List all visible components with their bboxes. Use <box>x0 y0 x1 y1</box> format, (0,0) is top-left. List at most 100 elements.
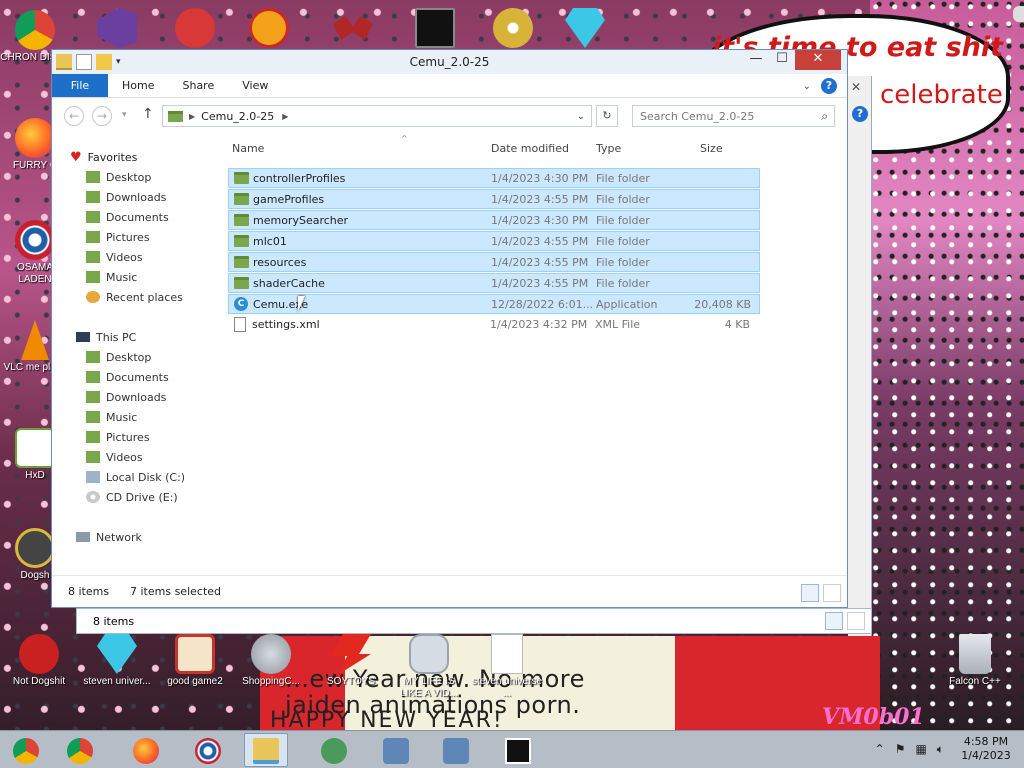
help-icon[interactable]: ? <box>821 78 837 94</box>
desktop-icon-bat[interactable] <box>316 8 390 50</box>
address-dropdown-icon[interactable]: ⌄ <box>577 111 585 122</box>
status-item-count: 8 items <box>93 615 135 628</box>
nav-item-videos[interactable]: Videos <box>86 248 143 266</box>
tab-share[interactable]: Share <box>168 74 228 97</box>
details-view-icon[interactable] <box>801 584 819 602</box>
breadcrumb[interactable]: Cemu_2.0-25 <box>201 110 274 123</box>
desktop-icon-steven-1[interactable]: steven univer... <box>80 634 154 688</box>
column-header-date[interactable]: Date modified <box>491 142 569 155</box>
file-row[interactable]: mlc01 1/4/2023 4:55 PM File folder <box>228 231 760 251</box>
desktop-icon-disc[interactable] <box>476 8 550 50</box>
minimize-button[interactable]: — <box>743 50 769 70</box>
clock[interactable]: 4:58 PM 1/4/2023 <box>956 735 1016 763</box>
desktop-icon-shopping[interactable]: ShoppingC... <box>234 634 308 688</box>
folder-icon <box>234 214 249 226</box>
large-icons-view-icon[interactable] <box>847 612 865 630</box>
nav-item-local-disk[interactable]: Local Disk (C:) <box>86 468 185 486</box>
file-row[interactable]: controllerProfiles 1/4/2023 4:30 PM File f… <box>228 168 760 188</box>
desktop-icon-p[interactable] <box>232 8 306 50</box>
file-type: Application <box>596 298 658 311</box>
taskbar-chrome[interactable] <box>58 733 102 767</box>
file-date: 1/4/2023 4:55 PM <box>491 277 589 290</box>
tab-home[interactable]: Home <box>108 74 168 97</box>
volume-icon[interactable]: 🔈︎ <box>937 742 944 757</box>
up-button[interactable]: ↑ <box>142 106 154 122</box>
desktop-icon-good-game2[interactable]: good game2 <box>158 634 232 688</box>
taskbar-people[interactable] <box>312 733 356 767</box>
nav-item-pictures[interactable]: Pictures <box>86 228 150 246</box>
large-icons-view-icon[interactable] <box>823 584 841 602</box>
nav-item-recent-places[interactable]: Recent places <box>86 288 183 306</box>
tab-view[interactable]: View <box>228 74 282 97</box>
expand-ribbon-icon[interactable]: ⌄ <box>803 81 811 92</box>
file-name: gameProfiles <box>253 193 325 206</box>
chevron-up-icon[interactable]: ⌃ <box>875 742 885 757</box>
desktop-icon-visual-studio[interactable] <box>80 8 154 50</box>
desktop-icon-soytoys[interactable]: SOYTOYS <box>314 634 388 688</box>
downloads-icon <box>86 391 100 403</box>
nav-item-downloads[interactable]: Downloads <box>86 188 166 206</box>
details-view-icon[interactable] <box>825 612 843 630</box>
close-icon[interactable]: ✕ <box>851 80 861 94</box>
search-input[interactable]: Search Cemu_2.0-25 ⌕ <box>632 105 835 127</box>
close-button[interactable]: ✕ <box>795 50 841 70</box>
taskbar-network-computer[interactable] <box>374 733 418 767</box>
title-bar[interactable]: ▾ Cemu_2.0-25 — ☐ ✕ <box>52 50 847 74</box>
file-date: 1/4/2023 4:55 PM <box>491 193 589 206</box>
content-area: ♥ Favorites Desktop Downloads Documents … <box>52 132 847 576</box>
file-row[interactable]: settings.xml 1/4/2023 4:32 PM XML File 4 KB <box>228 315 760 335</box>
file-date: 1/4/2023 4:55 PM <box>491 235 589 248</box>
nav-item-downloads-pc[interactable]: Downloads <box>86 388 166 406</box>
nav-item-pictures-pc[interactable]: Pictures <box>86 428 150 446</box>
taskbar-file-explorer[interactable] <box>244 733 288 767</box>
nav-favorites[interactable]: ♥ Favorites <box>70 148 137 166</box>
file-row[interactable]: resources 1/4/2023 4:55 PM File folder <box>228 252 760 272</box>
forward-button[interactable]: → <box>92 106 112 126</box>
file-row[interactable]: shaderCache 1/4/2023 4:55 PM File folder <box>228 273 760 293</box>
nav-item-music-pc[interactable]: Music <box>86 408 137 426</box>
maximize-button[interactable]: ☐ <box>769 50 795 70</box>
file-row[interactable]: gameProfiles 1/4/2023 4:55 PM File folder <box>228 189 760 209</box>
desktop-icon-cmd[interactable] <box>398 8 472 50</box>
refresh-button[interactable]: ↻ <box>596 105 618 127</box>
recent-places-icon <box>86 291 100 303</box>
nav-item-documents-pc[interactable]: Documents <box>86 368 169 386</box>
help-icon[interactable]: ? <box>852 106 868 122</box>
network-status-icon[interactable]: ▦ <box>915 742 926 757</box>
nav-item-desktop-pc[interactable]: Desktop <box>86 348 151 366</box>
desktop-icon-devcpp[interactable]: Not Dogshit <box>2 634 76 688</box>
back-button[interactable]: ← <box>64 106 84 126</box>
desktop-icon-2[interactable] <box>158 8 232 50</box>
nav-this-pc[interactable]: This PC <box>76 328 136 346</box>
nav-item-videos-pc[interactable]: Videos <box>86 448 143 466</box>
nav-label: Videos <box>106 250 143 264</box>
file-row[interactable]: memorySearcher 1/4/2023 4:30 PM File folde… <box>228 210 760 230</box>
file-date: 1/4/2023 4:55 PM <box>491 256 589 269</box>
address-field[interactable]: ▶ Cemu_2.0-25 ▶ ⌄ <box>162 105 592 127</box>
file-row[interactable]: C Cemu.exe 12/28/2022 6:01... Application 20… <box>228 294 760 314</box>
desktop-icon-steven-2[interactable]: steven universe ... <box>470 634 544 700</box>
column-header-name[interactable]: Name <box>232 142 264 155</box>
desktop-icon-diamond-top[interactable] <box>548 8 622 50</box>
column-header-type[interactable]: Type <box>596 142 621 155</box>
nav-item-documents[interactable]: Documents <box>86 208 169 226</box>
nav-item-cd-drive[interactable]: CD Drive (E:) <box>86 488 178 506</box>
nav-item-desktop[interactable]: Desktop <box>86 168 151 186</box>
clock-date: 1/4/2023 <box>961 749 1011 762</box>
documents-icon <box>86 211 100 223</box>
taskbar-obama[interactable] <box>186 733 230 767</box>
flag-icon[interactable]: ⚑ <box>895 742 906 757</box>
desktop-icon-my-life[interactable]: MY LIFE IS LIKE A VID... <box>392 634 466 700</box>
nav-item-music[interactable]: Music <box>86 268 137 286</box>
tab-file[interactable]: File <box>52 74 108 97</box>
recent-locations-icon[interactable]: ▾ <box>122 110 127 120</box>
folder-icon <box>168 110 183 122</box>
nav-network[interactable]: Network <box>76 528 142 546</box>
column-header-size[interactable]: Size <box>700 142 723 155</box>
desktop-icon-small[interactable] <box>984 6 1024 24</box>
taskbar-firefox[interactable] <box>124 733 168 767</box>
start-button[interactable] <box>4 733 48 767</box>
taskbar-7zip[interactable] <box>496 733 540 767</box>
taskbar-network-computer-2[interactable] <box>434 733 478 767</box>
desktop-icon-falcon[interactable]: Falcon C++ <box>938 634 1012 688</box>
